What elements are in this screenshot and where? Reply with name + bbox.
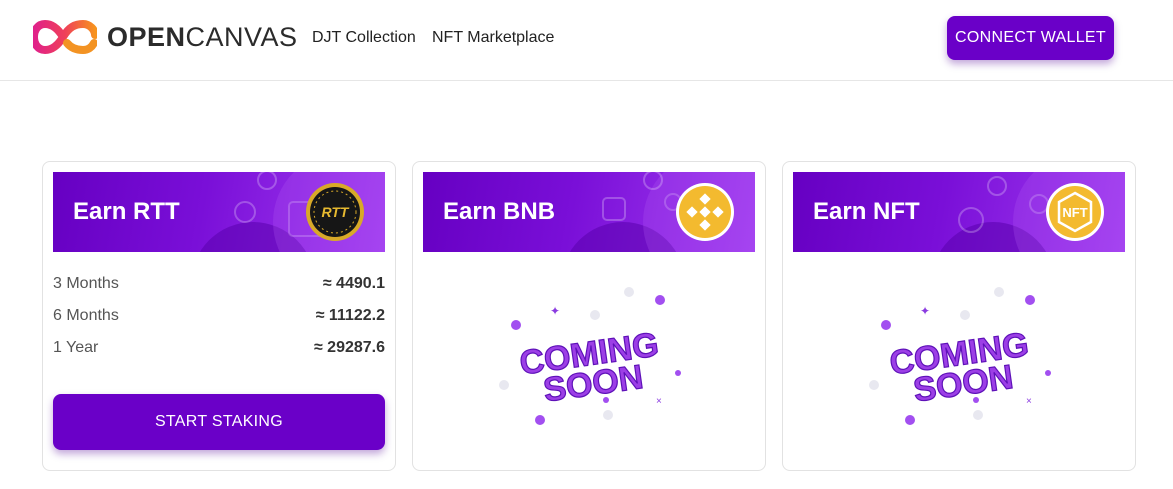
- earn-rtt-card: Earn RTT RTT 3 Months ≈ 4490.1 6 Months …: [42, 161, 396, 471]
- svg-text:✦: ✦: [920, 304, 930, 318]
- infinity-logo-icon: [33, 19, 97, 55]
- nft-coin-icon: NFT: [1046, 183, 1104, 241]
- rate-row: 1 Year ≈ 29287.6: [53, 338, 385, 370]
- nft-coin-label: NFT: [1062, 205, 1087, 220]
- svg-text:✦: ✦: [550, 304, 560, 318]
- card-title: Earn RTT: [73, 198, 180, 225]
- logo-wordmark: OPENCANVAS: [107, 19, 298, 55]
- svg-text:×: ×: [1026, 396, 1032, 407]
- coming-soon-illustration: ✦ × COMING SOON: [499, 287, 681, 425]
- connect-wallet-button[interactable]: CONNECT WALLET: [947, 16, 1114, 60]
- card-banner: Earn RTT RTT: [53, 172, 385, 252]
- rtt-coin-label: RTT: [322, 204, 350, 220]
- opencanvas-logo[interactable]: OPENCANVAS: [33, 19, 298, 55]
- rate-amount: ≈ 11122.2: [315, 307, 385, 324]
- card-title: Earn NFT: [813, 198, 920, 225]
- rate-period: 3 Months: [53, 275, 119, 292]
- bnb-coin-icon: [676, 183, 734, 241]
- rate-row: 6 Months ≈ 11122.2: [53, 306, 385, 338]
- earn-nft-card: Earn NFT NFT ✦ × COMING SOON: [782, 161, 1136, 471]
- svg-text:×: ×: [656, 396, 662, 407]
- card-title: Earn BNB: [443, 198, 556, 225]
- card-banner: Earn NFT NFT: [793, 172, 1125, 252]
- nav-nft-marketplace[interactable]: NFT Marketplace: [432, 28, 554, 48]
- nav-djt-collection[interactable]: DJT Collection: [312, 28, 416, 48]
- rate-row: 3 Months ≈ 4490.1: [53, 274, 385, 306]
- coming-soon-illustration: ✦ × COMING SOON: [869, 287, 1051, 425]
- staking-rates: 3 Months ≈ 4490.1 6 Months ≈ 11122.2 1 Y…: [53, 274, 385, 370]
- logo-text-bold: OPEN: [107, 22, 186, 52]
- logo-text-light: CANVAS: [185, 22, 298, 52]
- start-staking-button[interactable]: START STAKING: [53, 394, 385, 450]
- earn-bnb-card: Earn BNB ✦ × COMING SOON: [412, 161, 766, 471]
- rate-amount: ≈ 29287.6: [313, 339, 385, 356]
- rate-period: 1 Year: [53, 339, 99, 356]
- card-banner: Earn BNB: [423, 172, 755, 252]
- rate-amount: ≈ 4490.1: [322, 275, 385, 292]
- rtt-coin-icon: RTT: [306, 183, 364, 241]
- rate-period: 6 Months: [53, 307, 119, 324]
- top-header: OPENCANVAS DJT Collection NFT Marketplac…: [0, 0, 1173, 81]
